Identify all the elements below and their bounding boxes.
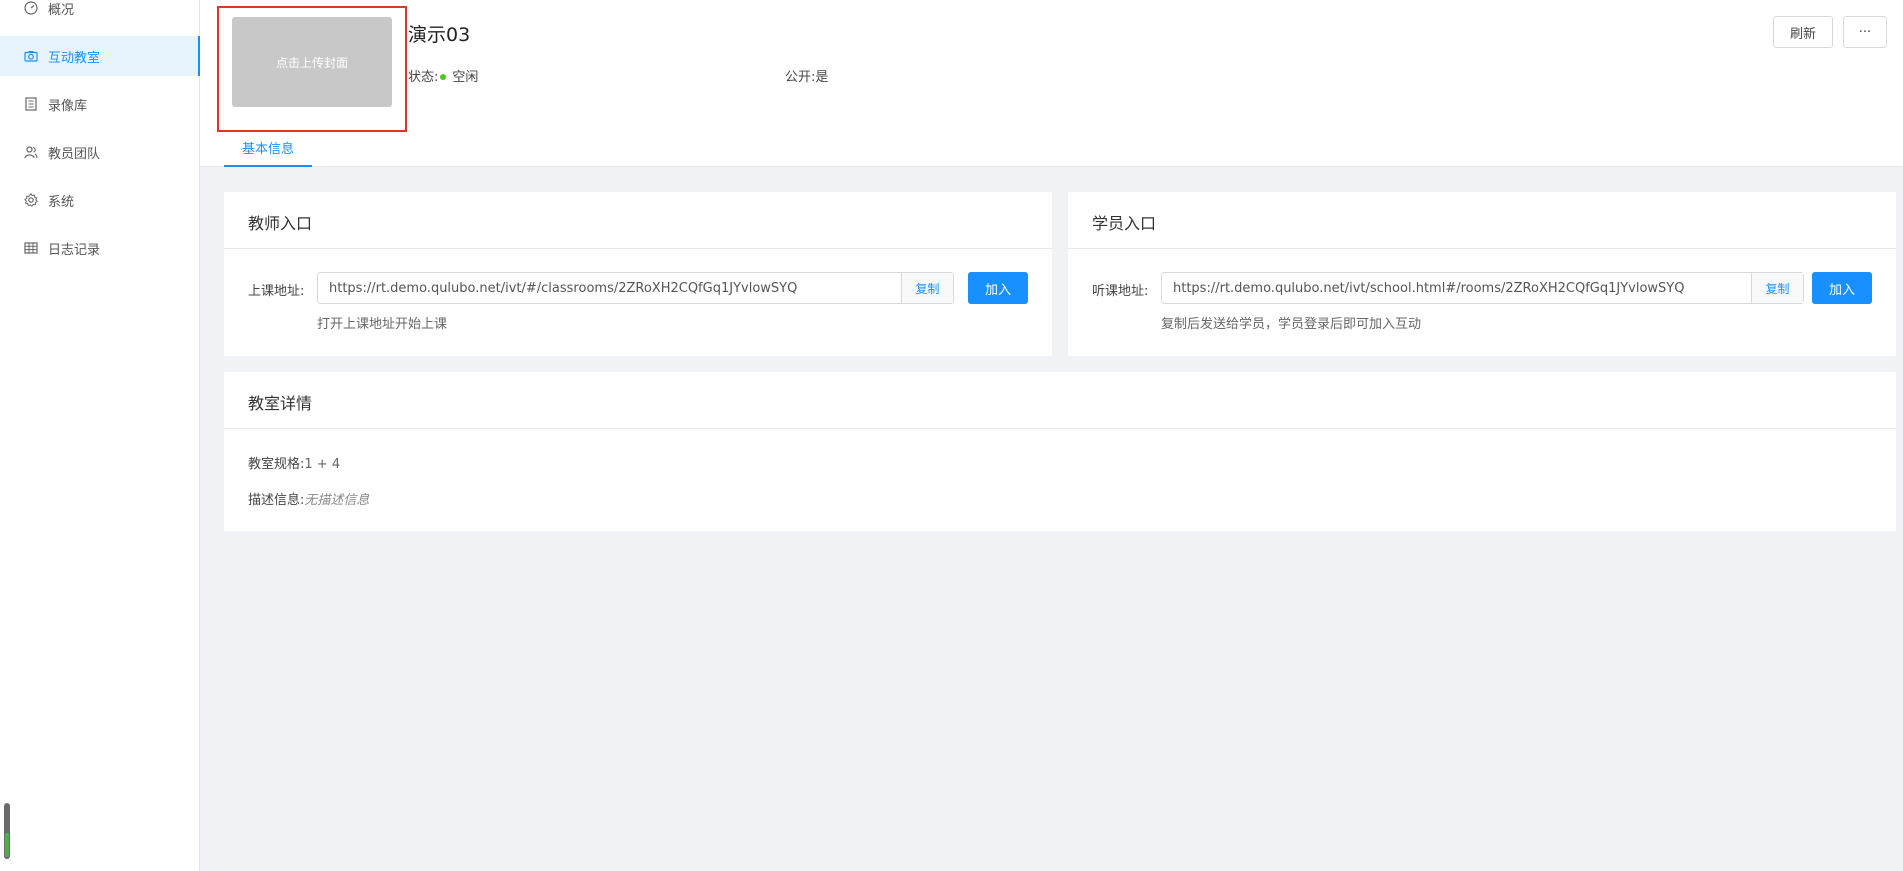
listen-url-label: 听课地址: bbox=[1092, 284, 1149, 299]
sidebar-item-label: 概况 bbox=[48, 2, 75, 18]
status-field: 状态: 空闲 bbox=[408, 66, 478, 85]
camera-icon bbox=[24, 49, 38, 63]
team-icon bbox=[24, 145, 38, 159]
join-label: 加入 bbox=[1828, 282, 1855, 298]
student-join-button[interactable]: 加入 bbox=[1812, 272, 1872, 304]
upload-cover-label: 点击上传封面 bbox=[275, 55, 348, 70]
copy-class-url-button[interactable]: 复制 bbox=[901, 273, 953, 303]
public-label: 公开: bbox=[785, 70, 816, 85]
page-title: 演示03 bbox=[408, 24, 471, 46]
status-dot-icon bbox=[440, 74, 447, 80]
sidebar-item-interactive-classroom[interactable]: 互动教室 bbox=[0, 36, 200, 76]
divider bbox=[1068, 248, 1896, 249]
description-value: 无描述信息 bbox=[304, 493, 370, 508]
dashboard-icon bbox=[24, 1, 38, 15]
divider bbox=[224, 428, 1896, 429]
sidebar-item-recordings[interactable]: 录像库 bbox=[0, 84, 200, 124]
teacher-join-button[interactable]: 加入 bbox=[968, 272, 1028, 304]
class-url-label: 上课地址: bbox=[248, 284, 305, 299]
sidebar-item-system[interactable]: 系统 bbox=[0, 180, 200, 220]
sidebar-item-teaching-team[interactable]: 教员团队 bbox=[0, 132, 200, 172]
sidebar-item-label: 教员团队 bbox=[48, 146, 101, 162]
join-label: 加入 bbox=[984, 282, 1011, 298]
more-icon: ··· bbox=[1858, 24, 1872, 40]
copy-listen-url-button[interactable]: 复制 bbox=[1751, 273, 1803, 303]
class-url-value[interactable]: https://rt.demo.qulubo.net/ivt/#/classro… bbox=[318, 281, 901, 296]
tab-basic-info[interactable]: 基本信息 bbox=[224, 136, 312, 167]
classroom-details-card: 教室详情 教室规格:1 + 4 描述信息:无描述信息 bbox=[224, 372, 1896, 531]
table-icon bbox=[24, 241, 38, 255]
gear-icon bbox=[24, 193, 38, 207]
classroom-details-title: 教室详情 bbox=[248, 394, 313, 413]
sidebar: 概况 互动教室 录像库 教员团队 系统 日志记录 bbox=[0, 0, 200, 871]
classroom-spec-row: 教室规格:1 + 4 bbox=[248, 453, 340, 472]
refresh-label: 刷新 bbox=[1789, 26, 1816, 42]
status-label: 状态: bbox=[408, 70, 439, 85]
sidebar-item-label: 录像库 bbox=[48, 98, 88, 114]
class-url-field[interactable]: https://rt.demo.qulubo.net/ivt/#/classro… bbox=[317, 272, 954, 304]
student-entry-card: 学员入口 听课地址: https://rt.demo.qulubo.net/iv… bbox=[1068, 192, 1896, 356]
classroom-spec-label: 教室规格: bbox=[248, 457, 305, 472]
listen-url-value[interactable]: https://rt.demo.qulubo.net/ivt/school.ht… bbox=[1162, 281, 1751, 296]
sidebar-item-label: 日志记录 bbox=[48, 242, 101, 258]
scrollbar-indicator bbox=[5, 833, 9, 857]
listen-url-field[interactable]: https://rt.demo.qulubo.net/ivt/school.ht… bbox=[1161, 272, 1804, 304]
teacher-hint: 打开上课地址开始上课 bbox=[317, 317, 448, 332]
teacher-entry-card: 教师入口 上课地址: https://rt.demo.qulubo.net/iv… bbox=[224, 192, 1052, 356]
more-button[interactable]: ··· bbox=[1843, 16, 1887, 48]
public-value: 是 bbox=[815, 70, 829, 85]
public-field: 公开:是 bbox=[785, 66, 828, 85]
tab-label: 基本信息 bbox=[241, 142, 294, 157]
book-icon bbox=[24, 97, 38, 111]
upload-cover-button[interactable]: 点击上传封面 bbox=[232, 17, 392, 107]
classroom-spec-value: 1 + 4 bbox=[304, 457, 341, 472]
status-badge: 空闲 bbox=[452, 70, 479, 85]
divider bbox=[224, 248, 1052, 249]
student-entry-title: 学员入口 bbox=[1092, 214, 1157, 233]
teacher-entry-title: 教师入口 bbox=[248, 214, 313, 233]
sidebar-item-label: 系统 bbox=[48, 194, 75, 210]
student-hint: 复制后发送给学员，学员登录后即可加入互动 bbox=[1161, 317, 1422, 332]
sidebar-item-overview[interactable]: 概况 bbox=[0, 0, 200, 28]
description-label: 描述信息: bbox=[248, 493, 305, 508]
description-row: 描述信息:无描述信息 bbox=[248, 489, 369, 508]
sidebar-item-logs[interactable]: 日志记录 bbox=[0, 228, 200, 268]
refresh-button[interactable]: 刷新 bbox=[1773, 16, 1833, 48]
sidebar-item-label: 互动教室 bbox=[48, 50, 101, 66]
